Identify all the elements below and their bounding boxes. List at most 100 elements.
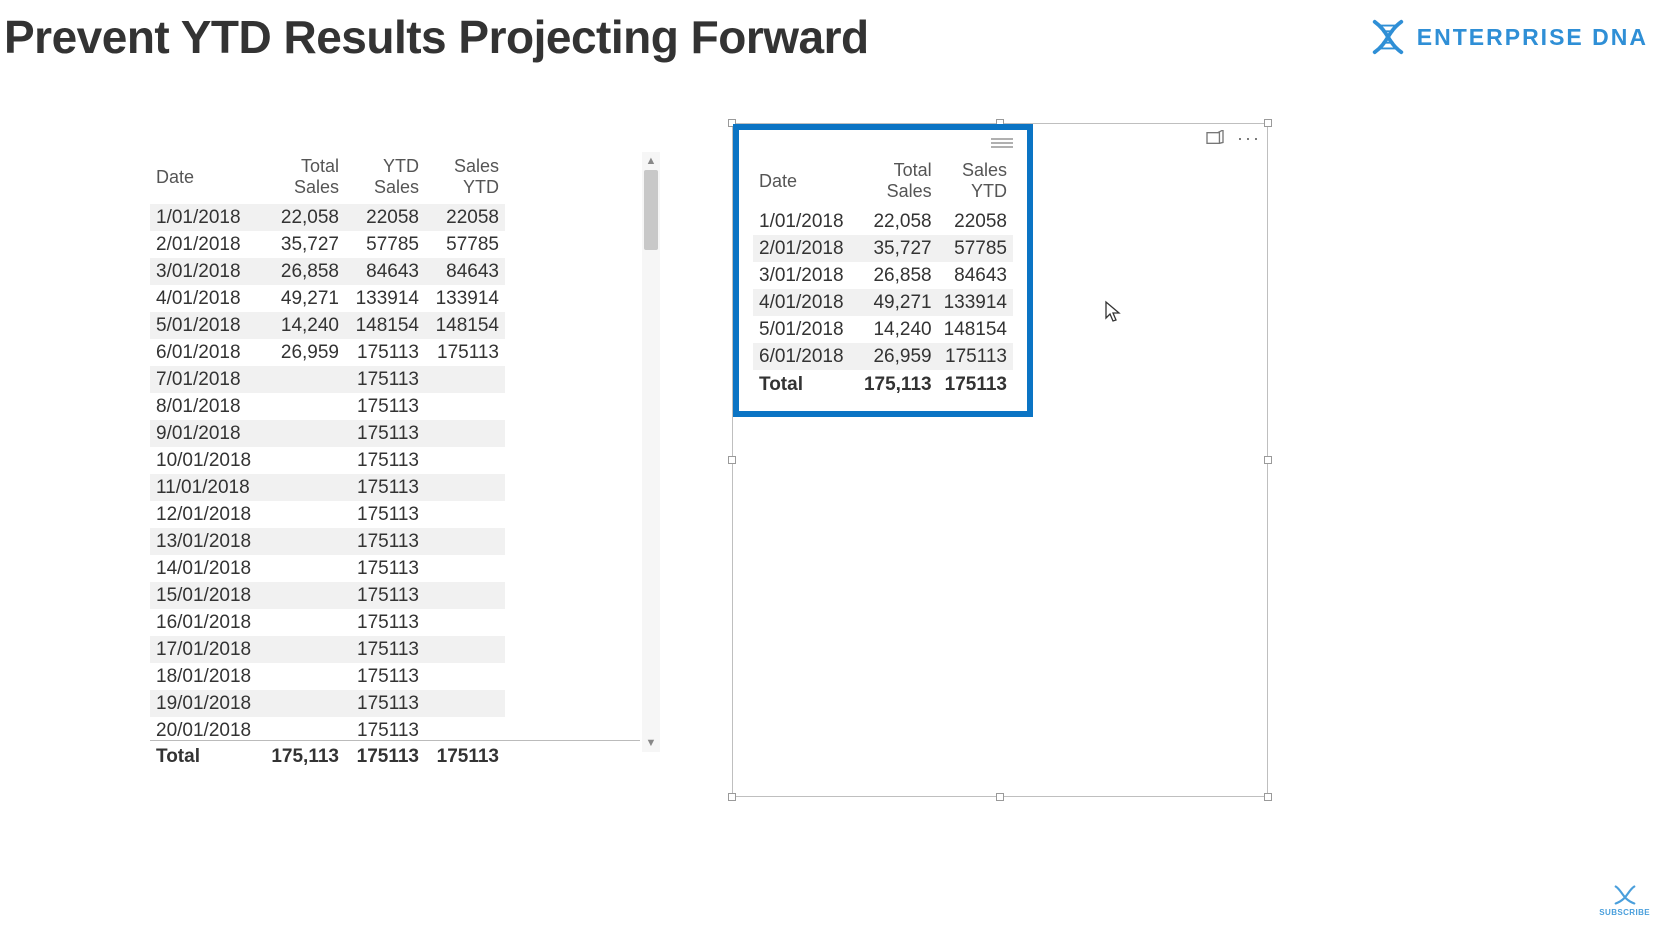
col-header-total-sales[interactable]: Total Sales (850, 158, 938, 208)
cell-ytd-sales: 175113 (345, 690, 425, 717)
table-row[interactable]: 10/01/2018 175113 (150, 447, 505, 474)
cell-total-sales (260, 717, 345, 742)
table-row[interactable]: 14/01/2018175113 (150, 555, 505, 582)
brand-name-main: ENTERPRISE (1417, 24, 1584, 50)
drag-grip-icon[interactable] (991, 138, 1013, 148)
table-row[interactable]: 9/01/2018175113 (150, 420, 505, 447)
cell-sales-ytd: 57785 (938, 235, 1013, 262)
table-row[interactable]: 6/01/201826,959175113 (753, 343, 1013, 370)
cell-total-sales (260, 366, 345, 393)
table-row[interactable]: 3/01/201826,85884643 (753, 262, 1013, 289)
visual-toolbar: ··· (1205, 130, 1259, 146)
cell-ytd-sales: 175113 (345, 609, 425, 636)
highlighted-result-box: Date Total Sales Sales YTD 1/01/201822,0… (733, 124, 1033, 417)
cell-sales-ytd (425, 447, 505, 474)
table-row[interactable]: 3/01/201826,8588464384643 (150, 258, 505, 285)
focus-mode-icon[interactable] (1205, 130, 1225, 146)
resize-handle-bottom-left[interactable] (728, 793, 736, 801)
cell-date: 11/01/2018 (150, 474, 260, 501)
scrollbar-thumb[interactable] (644, 170, 658, 250)
table-header-row: Date Total Sales YTD Sales Sales YTD (150, 152, 505, 204)
cell-date: 9/01/2018 (150, 420, 260, 447)
col-header-date[interactable]: Date (753, 158, 850, 208)
resize-handle-top-right[interactable] (1264, 119, 1272, 127)
cell-date: 2/01/2018 (150, 231, 260, 258)
cell-date: 6/01/2018 (753, 343, 850, 370)
cell-date: 17/01/2018 (150, 636, 260, 663)
cell-sales-ytd (425, 393, 505, 420)
table-row[interactable]: 4/01/201849,271133914 (753, 289, 1013, 316)
scroll-up-arrow-icon[interactable]: ▲ (642, 152, 660, 170)
cell-date: 8/01/2018 (150, 393, 260, 420)
cell-date: 5/01/2018 (753, 316, 850, 343)
cell-sales-ytd: 57785 (425, 231, 505, 258)
cell-total-sales: 35,727 (850, 235, 938, 262)
vertical-scrollbar[interactable]: ▲ ▼ (642, 152, 660, 752)
col-header-sales-ytd[interactable]: Sales YTD (938, 158, 1013, 208)
table-row[interactable]: 1/01/201822,0582205822058 (150, 204, 505, 231)
cell-date: 6/01/2018 (150, 339, 260, 366)
total-ytd-sales: 175113 (345, 741, 425, 771)
cell-ytd-sales: 175113 (345, 447, 425, 474)
cell-total-sales (260, 663, 345, 690)
cell-date: 3/01/2018 (753, 262, 850, 289)
col-header-date[interactable]: Date (150, 152, 260, 204)
cell-ytd-sales: 22058 (345, 204, 425, 231)
cell-total-sales: 35,727 (260, 231, 345, 258)
cell-date: 10/01/2018 (150, 447, 260, 474)
cell-ytd-sales: 175113 (345, 393, 425, 420)
table-row[interactable]: 5/01/201814,240148154 (753, 316, 1013, 343)
table-row[interactable]: 11/01/2018175113 (150, 474, 505, 501)
table-row[interactable]: 7/01/2018175113 (150, 366, 505, 393)
left-table-visual[interactable]: Date Total Sales YTD Sales Sales YTD 1/0… (150, 152, 660, 770)
cell-total-sales: 49,271 (260, 285, 345, 312)
cell-total-sales: 14,240 (850, 316, 938, 343)
table-row[interactable]: 19/01/2018175113 (150, 690, 505, 717)
table-row[interactable]: 13/01/2018175113 (150, 528, 505, 555)
brand-logo: ENTERPRISE DNA (1369, 18, 1648, 56)
cell-total-sales (260, 582, 345, 609)
left-table-scroll[interactable]: Date Total Sales YTD Sales Sales YTD 1/0… (150, 152, 640, 742)
table-row[interactable]: 12/01/2018175113 (150, 501, 505, 528)
cell-total-sales: 26,959 (850, 343, 938, 370)
resize-handle-mid-left[interactable] (728, 456, 736, 464)
resize-handle-mid-right[interactable] (1264, 456, 1272, 464)
table-row[interactable]: 1/01/201822,05822058 (753, 208, 1013, 235)
cell-total-sales (260, 393, 345, 420)
col-header-ytd-sales[interactable]: YTD Sales (345, 152, 425, 204)
table-row[interactable]: 17/01/2018175113 (150, 636, 505, 663)
table-row[interactable]: 5/01/201814,240148154148154 (150, 312, 505, 339)
cell-total-sales: 49,271 (850, 289, 938, 316)
cell-ytd-sales: 175113 (345, 501, 425, 528)
col-header-sales-ytd[interactable]: Sales YTD (425, 152, 505, 204)
cell-sales-ytd (425, 420, 505, 447)
total-total-sales: 175,113 (850, 370, 938, 399)
table-row[interactable]: 18/01/2018175113 (150, 663, 505, 690)
cell-total-sales (260, 636, 345, 663)
cell-date: 5/01/2018 (150, 312, 260, 339)
cell-date: 1/01/2018 (753, 208, 850, 235)
cell-date: 7/01/2018 (150, 366, 260, 393)
table-row[interactable]: 6/01/201826,959175113175113 (150, 339, 505, 366)
cell-sales-ytd: 133914 (938, 289, 1013, 316)
col-header-total-sales[interactable]: Total Sales (260, 152, 345, 204)
cell-sales-ytd (425, 636, 505, 663)
total-sales-ytd: 175113 (938, 370, 1013, 399)
subscribe-badge[interactable]: SUBSCRIBE (1599, 884, 1650, 917)
right-table-visual[interactable]: ··· Date Total Sales Sales YTD 1/01/2018… (732, 123, 1268, 797)
table-row[interactable]: 2/01/201835,7275778557785 (150, 231, 505, 258)
resize-handle-mid-bottom[interactable] (996, 793, 1004, 801)
cell-ytd-sales: 175113 (345, 663, 425, 690)
table-row[interactable]: 4/01/201849,271133914133914 (150, 285, 505, 312)
cell-sales-ytd: 175113 (938, 343, 1013, 370)
table-row[interactable]: 2/01/201835,72757785 (753, 235, 1013, 262)
table-row[interactable]: 8/01/2018 175113 (150, 393, 505, 420)
brand-name-accent: DNA (1592, 24, 1648, 50)
table-row[interactable]: 15/01/2018175113 (150, 582, 505, 609)
table-row[interactable]: 16/01/2018175113 (150, 609, 505, 636)
scroll-down-arrow-icon[interactable]: ▼ (642, 734, 660, 752)
more-options-icon[interactable]: ··· (1239, 130, 1259, 146)
resize-handle-bottom-right[interactable] (1264, 793, 1272, 801)
table-row[interactable]: 20/01/2018175113 (150, 717, 505, 742)
cell-sales-ytd: 175113 (425, 339, 505, 366)
